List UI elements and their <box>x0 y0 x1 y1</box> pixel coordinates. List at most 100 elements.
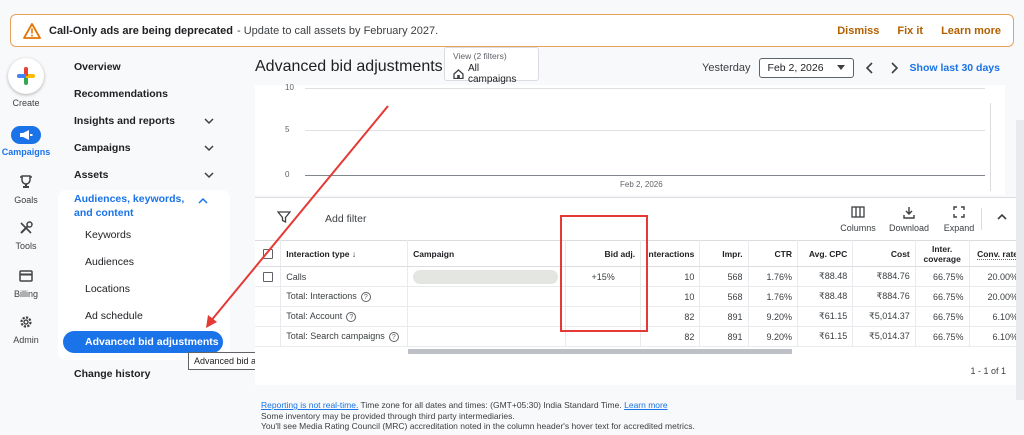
select-all-cell[interactable] <box>255 240 282 267</box>
nav-insights[interactable]: Insights and reports <box>74 115 214 127</box>
download-icon <box>903 207 915 219</box>
prev-period-icon[interactable] <box>862 61 878 75</box>
nav-audiences-group-title[interactable]: Audiences, keywords, and content <box>74 192 204 220</box>
performance-chart: 10 5 0 Feb 2, 2026 <box>255 83 1005 195</box>
nav-assets-label: Assets <box>74 169 109 181</box>
cell-campaign <box>407 286 566 307</box>
rail-tools[interactable]: Tools <box>0 218 52 251</box>
help-icon[interactable]: ? <box>388 332 399 342</box>
col-ctr[interactable]: CTR <box>748 240 798 267</box>
total-account-label: Total: Account <box>286 311 343 321</box>
view-filters-box[interactable]: View (2 filters) All campaigns <box>444 47 539 85</box>
pagination-label: 1 - 1 of 1 <box>970 366 1006 376</box>
chevron-up-icon[interactable] <box>198 196 208 206</box>
vertical-scrollbar[interactable] <box>1016 120 1024 400</box>
col-interaction-type-label: Interaction type <box>286 248 350 259</box>
nav-overview[interactable]: Overview <box>74 61 214 73</box>
y-tick-label: 5 <box>285 125 290 134</box>
add-filter-button[interactable]: Add filter <box>325 213 366 225</box>
megaphone-icon <box>11 126 41 144</box>
rail-campaigns[interactable]: Campaigns <box>0 126 52 157</box>
nav-recommendations[interactable]: Recommendations <box>74 88 214 100</box>
y-tick-label: 10 <box>285 83 294 92</box>
cell-interactions: 82 <box>640 326 701 347</box>
nav-campaigns[interactable]: Campaigns <box>74 142 214 154</box>
warning-icon <box>23 22 41 39</box>
download-button[interactable]: Download <box>884 206 934 233</box>
expand-button[interactable]: Expand <box>934 206 984 233</box>
chevron-down-icon[interactable] <box>204 116 214 126</box>
nav-ad-schedule[interactable]: Ad schedule <box>85 310 143 322</box>
nav-keywords[interactable]: Keywords <box>85 229 131 241</box>
nav-overview-label: Overview <box>74 61 121 73</box>
dismiss-button[interactable]: Dismiss <box>837 25 879 37</box>
filter-icon[interactable] <box>277 210 291 224</box>
rail-create[interactable]: Create <box>0 58 52 108</box>
view-filters-count: View (2 filters) <box>453 51 507 61</box>
y-tick-label: 0 <box>285 170 290 179</box>
next-period-icon[interactable] <box>886 61 902 75</box>
row-empty-cell <box>255 286 282 307</box>
chart-divider <box>990 103 991 191</box>
date-select[interactable]: Feb 2, 2026 <box>758 58 854 78</box>
help-icon[interactable]: ? <box>346 312 357 322</box>
rail-admin[interactable]: Admin <box>0 312 52 345</box>
footer-learn-more-link[interactable]: Learn more <box>624 400 667 410</box>
create-plus-icon[interactable] <box>8 58 44 94</box>
rail-billing-label: Billing <box>13 289 38 299</box>
nav-audiences[interactable]: Audiences <box>85 256 134 268</box>
chevron-down-icon[interactable] <box>204 143 214 153</box>
reporting-link[interactable]: Reporting is not real-time. <box>261 400 358 410</box>
cell-coverage: 66.75% <box>915 266 970 287</box>
rail-goals-label: Goals <box>14 195 38 205</box>
learn-more-button[interactable]: Learn more <box>941 25 1001 37</box>
y-grid-line <box>305 88 985 89</box>
col-cost[interactable]: Cost <box>852 240 916 267</box>
nav-group-audiences: Audiences, keywords, and content Keyword… <box>58 190 230 360</box>
cell-impr: 891 <box>699 306 749 327</box>
col-interaction-type[interactable]: Interaction type ↓ <box>280 240 409 267</box>
gear-icon <box>12 312 40 332</box>
columns-label: Columns <box>840 223 876 233</box>
sort-down-icon[interactable]: ↓ <box>352 249 356 259</box>
cell-cost: ₹884.76 <box>852 286 916 307</box>
row-checkbox[interactable] <box>262 271 273 282</box>
nav-advanced-bid-adjustments[interactable]: Advanced bid adjustments <box>63 331 223 353</box>
fix-it-button[interactable]: Fix it <box>897 25 923 37</box>
cell-interactions: 10 <box>640 286 701 307</box>
nav-locations[interactable]: Locations <box>85 283 130 295</box>
cell-coverage: 66.75% <box>915 326 970 347</box>
rail-campaigns-label: Campaigns <box>1 147 51 157</box>
col-impr[interactable]: Impr. <box>699 240 749 267</box>
timezone-note: Time zone for all dates and times: (GMT+… <box>360 400 622 410</box>
nav-assets[interactable]: Assets <box>74 169 214 181</box>
rail-billing[interactable]: Billing <box>0 266 52 299</box>
cell-interactions: 10 <box>640 266 701 287</box>
collapse-chevron-icon[interactable] <box>995 210 1009 224</box>
row-checkbox-cell[interactable] <box>255 266 282 287</box>
show-last-30-days-link[interactable]: Show last 30 days <box>910 62 1000 74</box>
dropdown-arrow-icon <box>836 65 845 70</box>
col-inter-coverage[interactable]: Inter. coverage <box>915 240 970 267</box>
all-campaigns-label: All campaigns <box>467 63 517 85</box>
chevron-down-icon[interactable] <box>204 170 214 180</box>
horizontal-scrollbar[interactable] <box>408 349 792 354</box>
deprecation-banner: Call-Only ads are being deprecated - Upd… <box>10 14 1014 47</box>
expand-icon <box>953 206 965 218</box>
row-empty-cell <box>255 306 282 327</box>
columns-button[interactable]: Columns <box>833 206 883 233</box>
cell-total-interactions: Total: Interactions? <box>280 286 409 307</box>
cell-campaign[interactable] <box>407 266 566 287</box>
help-icon[interactable]: ? <box>360 292 371 302</box>
banner-subtitle: - Update to call assets by February 2027… <box>237 24 439 37</box>
cell-interactions: 82 <box>640 306 701 327</box>
cell-impr: 568 <box>699 266 749 287</box>
col-avg-cpc[interactable]: Avg. CPC <box>797 240 854 267</box>
footer-notes: Reporting is not real-time. Time zone fo… <box>261 400 695 432</box>
inventory-note: Some inventory may be provided through t… <box>261 410 515 421</box>
cell-avg-cpc: ₹88.48 <box>797 266 854 287</box>
col-campaign[interactable]: Campaign <box>407 240 566 267</box>
col-interactions[interactable]: Interactions <box>640 240 701 267</box>
select-all-checkbox[interactable] <box>262 248 273 259</box>
rail-goals[interactable]: Goals <box>0 172 52 205</box>
